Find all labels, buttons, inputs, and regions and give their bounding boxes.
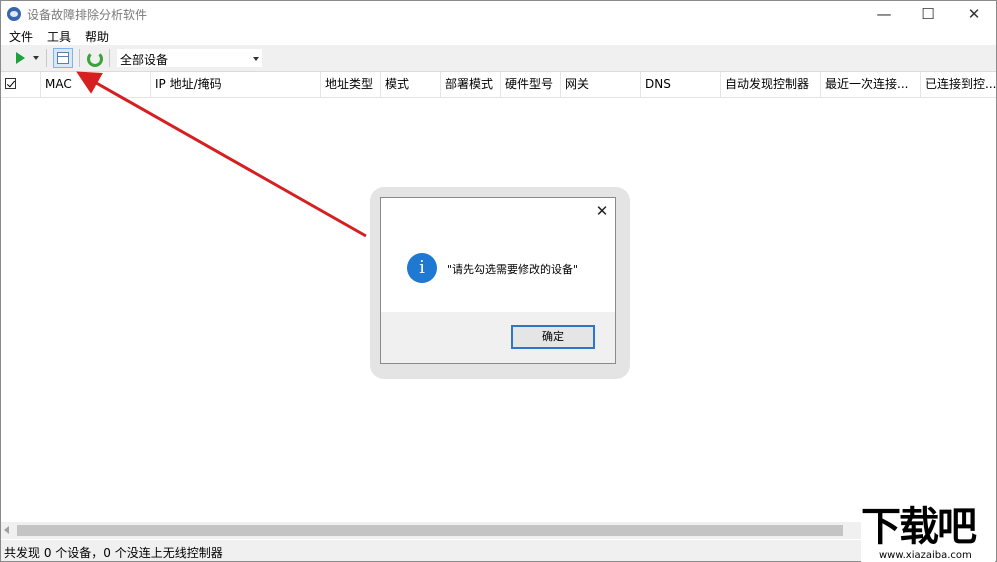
toolbar-separator xyxy=(109,49,110,67)
menu-bar: 文件 工具 帮助 xyxy=(1,27,996,45)
horizontal-scrollbar[interactable] xyxy=(1,522,861,539)
menu-help[interactable]: 帮助 xyxy=(85,28,109,45)
app-icon xyxy=(7,7,21,21)
watermark-logo: 下载吧 www.xiazaiba.com xyxy=(861,505,995,562)
chevron-down-icon xyxy=(253,57,259,61)
menu-tools[interactable]: 工具 xyxy=(47,28,71,45)
device-filter-value: 全部设备 xyxy=(120,53,169,67)
column-deploy-mode[interactable]: 部署模式 xyxy=(441,72,501,97)
title-bar: 设备故障排除分析软件 — ☐ ✕ xyxy=(1,1,996,27)
column-ip[interactable]: IP 地址/掩码 xyxy=(151,72,321,97)
watermark-url: www.xiazaiba.com xyxy=(879,550,972,561)
column-connected-controller[interactable]: 已连接到控... xyxy=(921,72,996,97)
select-all-checkbox[interactable] xyxy=(5,78,16,89)
status-bar: 共发现 0 个设备，0 个没连上无线控制器 xyxy=(1,540,861,561)
message-dialog: ✕ i "请先勾选需要修改的设备" 确定 xyxy=(380,197,616,364)
column-last-connect[interactable]: 最近一次连接... xyxy=(821,72,921,97)
column-hardware-model[interactable]: 硬件型号 xyxy=(501,72,561,97)
info-icon: i xyxy=(407,253,437,283)
close-button[interactable]: ✕ xyxy=(951,1,996,27)
select-all-column xyxy=(1,72,41,97)
minimize-button[interactable]: — xyxy=(861,1,907,27)
play-icon[interactable] xyxy=(16,52,25,64)
table-header: MAC IP 地址/掩码 地址类型 模式 部署模式 硬件型号 网关 DNS 自动… xyxy=(1,72,996,98)
column-mode[interactable]: 模式 xyxy=(381,72,441,97)
status-text: 共发现 0 个设备，0 个没连上无线控制器 xyxy=(4,546,223,560)
column-auto-discover[interactable]: 自动发现控制器 xyxy=(721,72,821,97)
maximize-button[interactable]: ☐ xyxy=(905,1,951,27)
scroll-left-icon[interactable] xyxy=(4,526,9,534)
toolbar-separator xyxy=(79,49,80,67)
ok-button[interactable]: 确定 xyxy=(511,325,595,349)
dialog-footer: 确定 xyxy=(381,312,615,363)
column-dns[interactable]: DNS xyxy=(641,72,721,97)
column-gateway[interactable]: 网关 xyxy=(561,72,641,97)
dropdown-caret-icon[interactable] xyxy=(33,56,39,60)
dialog-close-button[interactable]: ✕ xyxy=(593,202,611,220)
dialog-message: "请先勾选需要修改的设备" xyxy=(447,263,579,276)
device-filter-dropdown[interactable]: 全部设备 xyxy=(117,49,262,67)
device-table-icon[interactable] xyxy=(53,48,73,68)
toolbar-separator xyxy=(46,49,47,67)
column-address-type[interactable]: 地址类型 xyxy=(321,72,381,97)
menu-file[interactable]: 文件 xyxy=(9,28,33,45)
toolbar: 全部设备 xyxy=(1,45,996,72)
refresh-icon[interactable] xyxy=(87,51,103,67)
column-mac[interactable]: MAC xyxy=(41,72,151,97)
watermark-main: 下载吧 xyxy=(861,504,977,550)
window-title: 设备故障排除分析软件 xyxy=(27,8,148,22)
scrollbar-thumb[interactable] xyxy=(17,525,843,536)
